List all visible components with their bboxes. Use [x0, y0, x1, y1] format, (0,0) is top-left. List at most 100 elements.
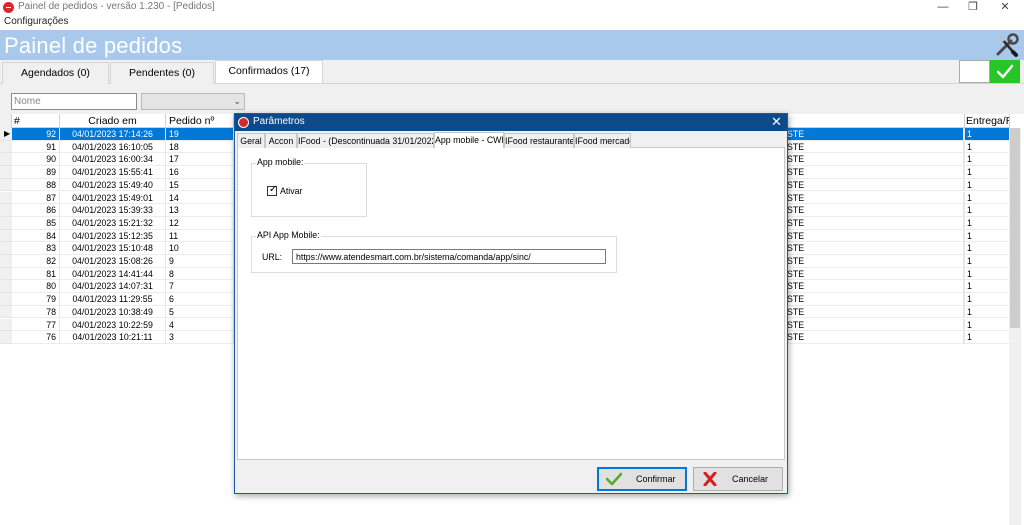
- row-pointer-icon: ▶: [4, 129, 11, 138]
- confirm-check-button[interactable]: [990, 60, 1020, 83]
- cell-blank: [810, 153, 964, 167]
- row-marker[interactable]: [0, 305, 12, 319]
- row-marker[interactable]: [0, 318, 12, 332]
- cancel-button[interactable]: Cancelar: [693, 467, 783, 491]
- cell-blank: [810, 229, 964, 243]
- dialog-close-button[interactable]: ✕: [771, 115, 782, 129]
- dialog-title: Parâmetros: [253, 116, 305, 127]
- cell-status: STE: [786, 128, 810, 141]
- header-marker: [0, 114, 12, 128]
- row-marker[interactable]: [0, 153, 12, 167]
- cell-created: 04/01/2023 14:41:44: [60, 267, 166, 281]
- row-marker[interactable]: [0, 255, 12, 268]
- cell-delivery: 1: [964, 166, 1010, 179]
- cell-blank: [810, 140, 964, 154]
- app-mobile-group-label: App mobile:: [256, 157, 305, 167]
- row-marker[interactable]: [0, 204, 12, 217]
- row-marker[interactable]: ▶: [0, 128, 12, 141]
- cell-id: 85: [12, 216, 60, 230]
- cell-delivery: 1: [964, 178, 1010, 192]
- cell-id: 87: [12, 191, 60, 205]
- cell-status: STE: [786, 255, 810, 268]
- grid-scrollbar-thumb[interactable]: [1010, 128, 1020, 328]
- menu-bar: Configurações: [0, 15, 1024, 30]
- cell-created: 04/01/2023 15:12:35: [60, 229, 166, 243]
- tab-accon[interactable]: Accon: [265, 133, 297, 148]
- ativar-label: Ativar: [280, 186, 303, 196]
- confirm-button[interactable]: Confirmar: [597, 467, 687, 491]
- row-marker[interactable]: [0, 229, 12, 243]
- app-logo-icon: [238, 117, 249, 128]
- cell-id: 77: [12, 318, 60, 332]
- url-input[interactable]: [292, 249, 606, 264]
- status-box: [959, 60, 990, 83]
- tab-ifood-mercado[interactable]: IFood mercado: [574, 133, 631, 148]
- tab-pendentes[interactable]: Pendentes (0): [110, 62, 214, 84]
- cell-order-number: 15: [166, 178, 234, 192]
- tab-agendados[interactable]: Agendados (0): [2, 62, 109, 84]
- cell-status: STE: [786, 306, 810, 319]
- cell-order-number: 8: [166, 267, 234, 281]
- name-search-input[interactable]: [11, 93, 137, 110]
- app-mobile-group: App mobile: ✓ Ativar: [251, 157, 367, 217]
- cell-created: 04/01/2023 11:29:55: [60, 293, 166, 306]
- menu-configuracoes[interactable]: Configurações: [4, 16, 68, 27]
- wrench-screwdriver-icon[interactable]: [994, 33, 1020, 57]
- restore-button[interactable]: ❐: [958, 0, 988, 15]
- row-marker[interactable]: [0, 140, 12, 154]
- tab-ifood-restaurante[interactable]: IFood restaurante: [504, 133, 574, 148]
- tab-app-mobile-cwd[interactable]: App mobile - CWD: [434, 132, 504, 148]
- cell-order-number: 13: [166, 204, 234, 217]
- row-marker[interactable]: [0, 331, 12, 344]
- cell-created: 04/01/2023 15:49:01: [60, 191, 166, 205]
- row-marker[interactable]: [0, 293, 12, 306]
- checkmark-icon: [606, 472, 622, 486]
- row-marker[interactable]: [0, 242, 12, 255]
- row-marker[interactable]: [0, 280, 12, 294]
- cell-created: 04/01/2023 15:08:26: [60, 255, 166, 268]
- header-delivery[interactable]: Entrega/Re: [964, 114, 1010, 128]
- cell-status: STE: [786, 331, 810, 344]
- cell-delivery: 1: [964, 293, 1010, 306]
- app-mobile-page: App mobile: ✓ Ativar API App Mobile: URL…: [237, 148, 785, 460]
- cell-id: 80: [12, 280, 60, 294]
- header-id[interactable]: #: [12, 114, 60, 128]
- order-tabs: Agendados (0) Pendentes (0) Confirmados …: [0, 60, 1024, 84]
- cell-order-number: 16: [166, 166, 234, 179]
- cell-created: 04/01/2023 15:55:41: [60, 166, 166, 179]
- tab-ifood-descontinuada[interactable]: IFood - (Descontinuada 31/01/2022 ): [297, 133, 434, 148]
- app-logo-icon: [3, 2, 14, 13]
- cell-created: 04/01/2023 16:00:34: [60, 153, 166, 167]
- row-marker[interactable]: [0, 178, 12, 192]
- cell-id: 76: [12, 331, 60, 344]
- cell-blank: [810, 204, 964, 217]
- cell-status: STE: [786, 242, 810, 255]
- cell-status: STE: [786, 230, 810, 243]
- cell-delivery: 1: [964, 331, 1010, 344]
- row-marker[interactable]: [0, 267, 12, 281]
- cell-status: STE: [786, 141, 810, 154]
- cell-status: STE: [786, 179, 810, 192]
- confirm-button-label: Confirmar: [636, 474, 676, 484]
- row-marker[interactable]: [0, 216, 12, 230]
- close-window-button[interactable]: ✕: [990, 0, 1020, 15]
- header-order-number[interactable]: Pedido nº: [166, 114, 234, 128]
- minimize-button[interactable]: —: [928, 0, 958, 15]
- cell-created: 04/01/2023 15:39:33: [60, 204, 166, 217]
- window-titlebar: Painel de pedidos - versão 1.230 - [Pedi…: [0, 0, 1024, 15]
- cell-order-number: 12: [166, 216, 234, 230]
- cell-delivery: 1: [964, 216, 1010, 230]
- cell-blank: [810, 267, 964, 281]
- filter-combo[interactable]: ⌄: [141, 93, 245, 110]
- cell-id: 90: [12, 153, 60, 167]
- ativar-checkbox[interactable]: ✓: [267, 184, 277, 196]
- tab-geral[interactable]: Geral: [237, 133, 265, 148]
- cell-status: STE: [786, 293, 810, 306]
- row-marker[interactable]: [0, 166, 12, 179]
- tab-confirmados[interactable]: Confirmados (17): [215, 60, 323, 83]
- cell-status: STE: [786, 166, 810, 179]
- dialog-tabs: Geral Accon IFood - (Descontinuada 31/01…: [237, 132, 785, 148]
- header-created[interactable]: Criado em: [60, 114, 166, 128]
- row-marker[interactable]: [0, 191, 12, 205]
- banner-title: Painel de pedidos: [4, 33, 183, 58]
